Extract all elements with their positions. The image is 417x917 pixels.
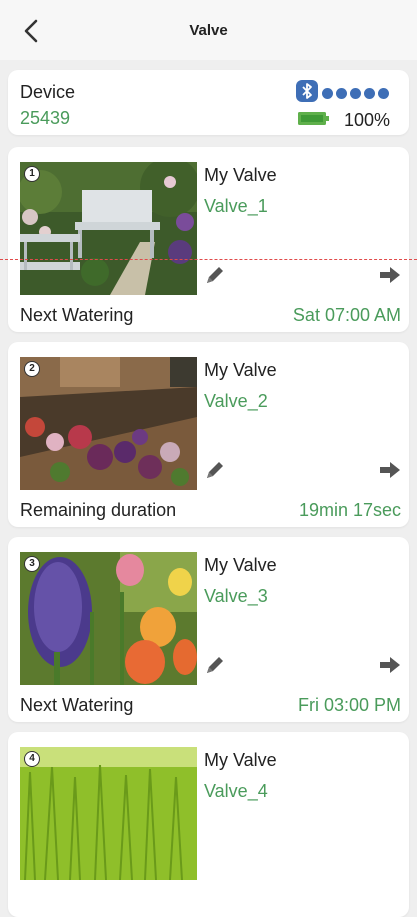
nav-bar: Valve [0,0,417,60]
valve-card-4[interactable]: 4 My Valve Valve_4 [8,732,409,917]
signal-dot [322,88,333,99]
status-label: Next Watering [20,695,134,715]
bluetooth-icon [296,80,318,102]
status-value: Sat 07:00 AM [292,305,401,325]
valve-name: My Valve [204,555,277,575]
pencil-icon[interactable] [204,654,226,676]
signal-dot [378,88,389,99]
page-title: Valve [189,22,228,39]
valve-id: Valve_1 [204,196,268,216]
signal-strength-indicator [322,86,392,104]
pencil-icon[interactable] [204,264,226,286]
valve-name: My Valve [204,165,277,185]
valve-card-2[interactable]: 2 My Valve Valve_2 Remaining duration 19… [8,342,409,527]
device-card: Device 25439 100% [8,70,409,135]
valve-name: My Valve [204,360,277,380]
arrow-right-icon[interactable] [379,266,401,284]
status-label: Remaining duration [20,500,177,520]
valve-photo: 3 [20,552,197,685]
dashed-guide-line [0,259,417,260]
valve-photo: 4 [20,747,197,880]
valve-id: Valve_2 [204,391,268,411]
valve-name: My Valve [204,750,277,770]
valve-number-badge: 4 [24,751,40,767]
arrow-right-icon[interactable] [379,461,401,479]
signal-dot [364,88,375,99]
valve-photo: 1 [20,162,197,295]
status-label: Next Watering [20,305,134,325]
valve-number-badge: 3 [24,556,40,572]
device-id: 25439 [20,108,71,128]
valve-id: Valve_4 [204,781,268,801]
battery-percent: 100% [344,110,391,130]
valve-number-badge: 1 [24,166,40,182]
status-value: 19min 17sec [298,500,401,520]
signal-dot [336,88,347,99]
signal-dot [350,88,361,99]
valve-card-1[interactable]: 1 My Valve Valve_1 Next Watering Sat 07:… [8,147,409,332]
status-value: Fri 03:00 PM [297,695,401,715]
device-label: Device [20,82,76,102]
arrow-right-icon[interactable] [379,656,401,674]
battery-icon [298,112,329,125]
pencil-icon[interactable] [204,459,226,481]
valve-number-badge: 2 [24,361,40,377]
valve-card-3[interactable]: 3 My Valve Valve_3 Next Watering Fri 03:… [8,537,409,722]
valve-id: Valve_3 [204,586,268,606]
valve-photo: 2 [20,357,197,490]
